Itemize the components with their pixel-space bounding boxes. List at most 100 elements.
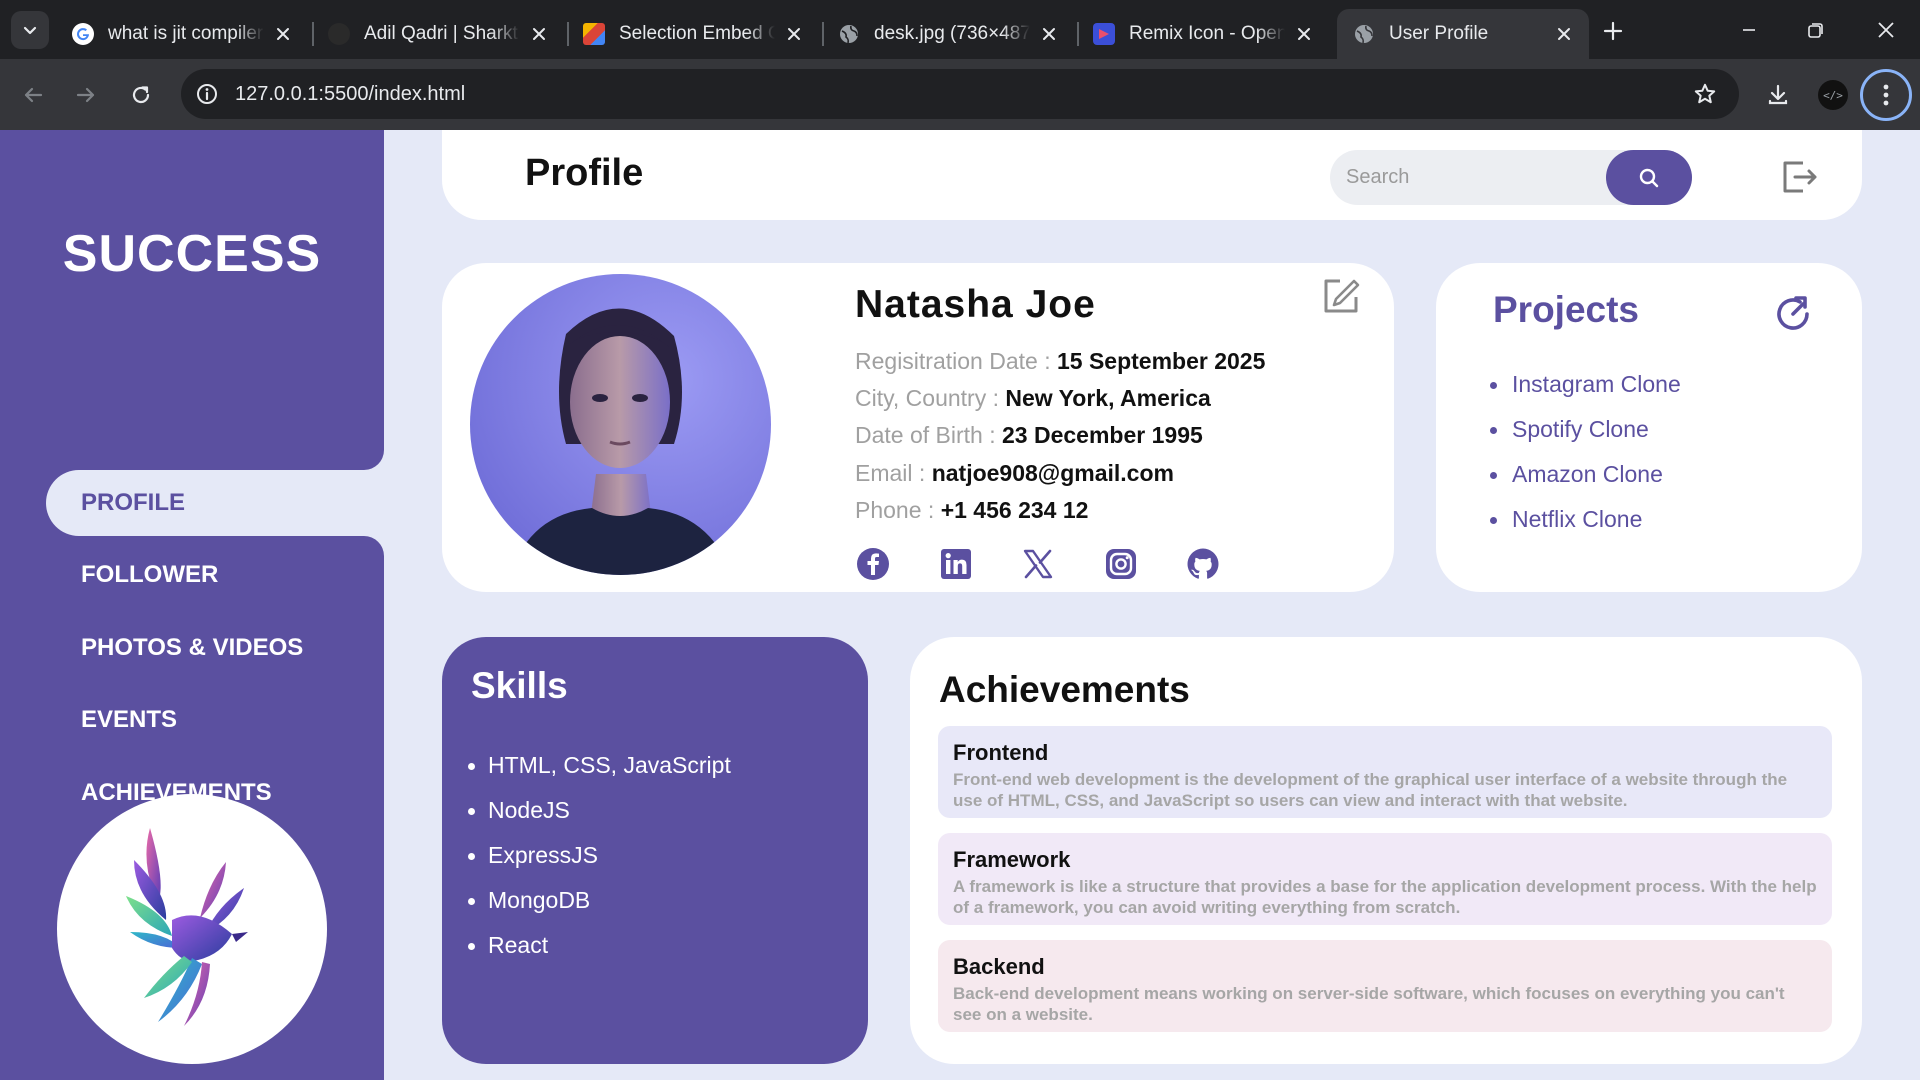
list-item: React — [468, 932, 731, 977]
close-icon[interactable] — [1553, 23, 1575, 45]
restore-icon — [1808, 23, 1823, 38]
bird-logo-icon — [126, 828, 248, 1026]
browser-tab[interactable]: what is jit compiler — [56, 9, 308, 59]
info-date-of-birth: Date of Birth : 23 December 1995 — [855, 422, 1203, 449]
reload-button[interactable] — [121, 75, 161, 115]
downloads-button[interactable] — [1758, 75, 1798, 115]
globe-icon — [838, 23, 860, 45]
instagram-link[interactable] — [1103, 546, 1139, 582]
code-extension-icon: </> — [1818, 80, 1848, 110]
header-bar: Profile — [442, 130, 1862, 220]
remix-icon — [1093, 23, 1115, 45]
field-value: +1 456 234 12 — [940, 497, 1089, 523]
page-title: Profile — [525, 152, 644, 194]
bookmark-star-icon[interactable] — [1693, 82, 1717, 106]
search-button[interactable] — [1606, 150, 1692, 205]
url-text[interactable]: 127.0.0.1:5500/index.html — [235, 83, 465, 106]
close-icon[interactable] — [1038, 23, 1060, 45]
tab-title: User Profile — [1389, 23, 1489, 44]
achievement-text: Front-end web development is the develop… — [953, 770, 1788, 810]
achievement-text: Back-end development means working on se… — [953, 984, 1785, 1024]
browser-tab[interactable]: desk.jpg (736×487 — [822, 9, 1074, 59]
info-city-country: City, Country : New York, America — [855, 385, 1211, 412]
address-bar[interactable]: 127.0.0.1:5500/index.html — [181, 69, 1739, 119]
field-label: Regisitration Date : — [855, 348, 1051, 374]
field-label: Phone : — [855, 497, 935, 523]
sidebar: SUCCESS PROFILE FOLLOWER PHOTOS & VIDEOS… — [0, 130, 384, 1080]
achievement-item: Framework A framework is like a structur… — [938, 833, 1832, 925]
globe-icon — [1353, 23, 1375, 45]
close-icon[interactable] — [528, 23, 550, 45]
achievements-card: Achievements Frontend Front-end web deve… — [910, 637, 1862, 1064]
projects-card: Projects Instagram Clone Spotify Clone A… — [1436, 263, 1862, 592]
projects-list: Instagram Clone Spotify Clone Amazon Clo… — [1490, 371, 1681, 551]
sidebar-item-photos-videos[interactable]: PHOTOS & VIDEOS — [46, 615, 384, 681]
skills-list: HTML, CSS, JavaScript NodeJS ExpressJS M… — [468, 752, 731, 977]
facebook-link[interactable] — [855, 546, 891, 582]
sidebar-item-label: PHOTOS & VIDEOS — [81, 634, 304, 661]
embed-icon — [583, 23, 605, 45]
project-link[interactable]: Amazon Clone — [1512, 461, 1663, 487]
brand-title: SUCCESS — [62, 225, 322, 283]
achievement-text: A framework is like a structure that pro… — [953, 877, 1817, 917]
info-email: Email : natjoe908@gmail.com — [855, 460, 1174, 487]
search-input[interactable] — [1330, 150, 1610, 205]
tab-search-button[interactable] — [11, 11, 49, 49]
x-twitter-link[interactable] — [1020, 546, 1056, 582]
tab-title: what is jit compiler — [108, 23, 264, 44]
bird-logo — [57, 794, 327, 1064]
window-close-button[interactable] — [1866, 12, 1906, 48]
extension-button[interactable]: </> — [1813, 75, 1853, 115]
close-icon[interactable] — [1293, 23, 1315, 45]
logout-button[interactable] — [1778, 156, 1820, 198]
logout-icon — [1783, 161, 1817, 193]
more-vertical-icon — [1883, 84, 1889, 106]
browser-tab[interactable]: Adil Qadri | Sharkt — [312, 9, 564, 59]
search-box — [1330, 150, 1692, 205]
refresh-projects-button[interactable] — [1772, 293, 1816, 337]
sidebar-item-profile[interactable]: PROFILE — [46, 470, 384, 536]
achievement-title: Backend — [953, 954, 1045, 979]
list-item: Instagram Clone — [1490, 371, 1681, 416]
github-link[interactable] — [1185, 546, 1221, 582]
browser-tab[interactable]: Selection Embed C — [567, 9, 819, 59]
list-item: HTML, CSS, JavaScript — [468, 752, 731, 797]
forward-button[interactable] — [66, 75, 106, 115]
minimize-icon — [1743, 29, 1755, 31]
browser-tab-active[interactable]: User Profile — [1337, 9, 1589, 59]
tab-title: Remix Icon - Open — [1129, 23, 1285, 44]
browser-menu-button[interactable] — [1860, 69, 1912, 121]
sidebar-item-follower[interactable]: FOLLOWER — [46, 542, 384, 608]
edit-icon — [1324, 279, 1360, 313]
browser-tab[interactable]: Remix Icon - Open — [1077, 9, 1329, 59]
project-link[interactable]: Instagram Clone — [1512, 371, 1681, 397]
project-link[interactable]: Netflix Clone — [1512, 506, 1642, 532]
list-item: Spotify Clone — [1490, 416, 1681, 461]
sidebar-item-events[interactable]: EVENTS — [46, 687, 384, 753]
projects-title: Projects — [1493, 289, 1640, 330]
close-icon[interactable] — [783, 23, 805, 45]
info-phone: Phone : +1 456 234 12 — [855, 497, 1088, 524]
chevron-down-icon — [23, 26, 37, 35]
close-icon[interactable] — [272, 23, 294, 45]
browser-tab-strip: what is jit compiler Adil Qadri | Sharkt… — [0, 0, 1920, 59]
info-registration-date: Regisitration Date : 15 September 2025 — [855, 348, 1265, 375]
instagram-icon — [1106, 549, 1136, 579]
info-icon[interactable] — [195, 82, 219, 106]
avatar — [470, 274, 771, 575]
minimize-button[interactable] — [1729, 12, 1769, 48]
skills-card: Skills HTML, CSS, JavaScript NodeJS Expr… — [442, 637, 868, 1064]
back-button[interactable] — [13, 75, 53, 115]
project-link[interactable]: Spotify Clone — [1512, 416, 1649, 442]
edit-profile-button[interactable] — [1322, 277, 1362, 317]
list-item: NodeJS — [468, 797, 731, 842]
achievement-item: Frontend Front-end web development is th… — [938, 726, 1832, 818]
arrow-left-icon — [24, 87, 43, 103]
restore-button[interactable] — [1796, 12, 1836, 48]
field-value: natjoe908@gmail.com — [931, 460, 1174, 486]
linkedin-link[interactable] — [938, 546, 974, 582]
close-icon — [1878, 22, 1894, 38]
x-twitter-icon — [1023, 549, 1053, 579]
new-tab-button[interactable] — [1598, 16, 1628, 46]
achievements-title: Achievements — [939, 669, 1190, 710]
